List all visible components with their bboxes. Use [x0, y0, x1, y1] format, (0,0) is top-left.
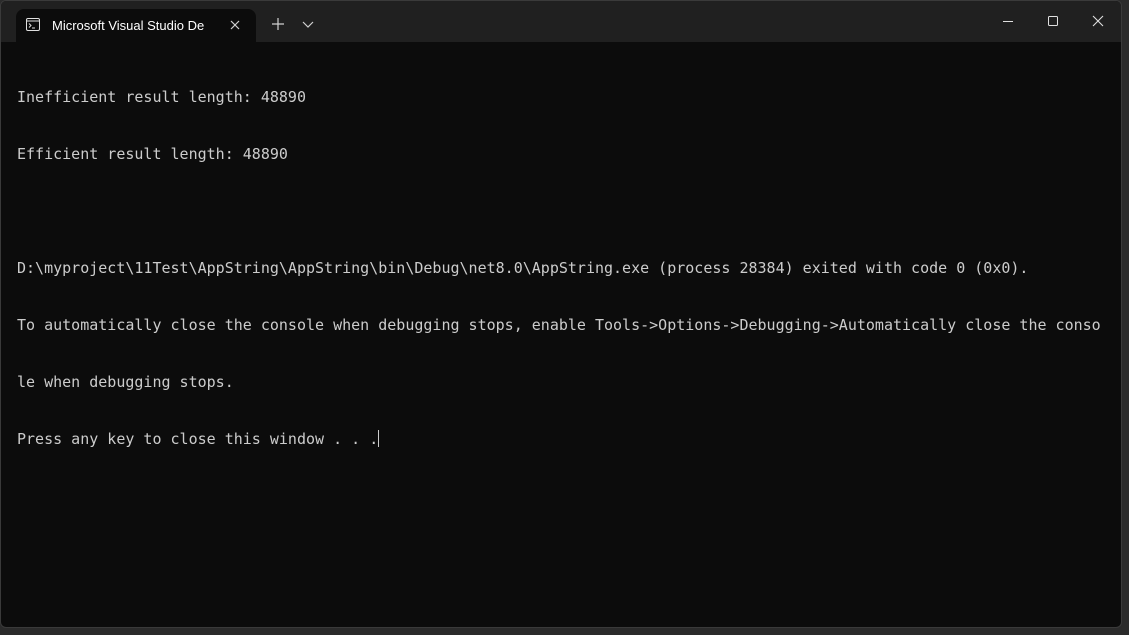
- terminal-window: Microsoft Visual Studio Debug Console: [0, 0, 1122, 628]
- title-bar: Microsoft Visual Studio Debug Console: [1, 1, 1121, 42]
- maximize-button[interactable]: [1030, 1, 1076, 42]
- console-output[interactable]: Inefficient result length: 48890 Efficie…: [17, 50, 1109, 620]
- console-line: Press any key to close this window . . .: [17, 430, 379, 448]
- tab-debug-console[interactable]: Microsoft Visual Studio Debug Console: [16, 9, 256, 42]
- tab-title: Microsoft Visual Studio Debug Console: [52, 18, 204, 33]
- console-line: D:\myproject\11Test\AppString\AppString\…: [17, 259, 1029, 277]
- maximize-icon: [1048, 16, 1058, 26]
- close-icon: [1092, 15, 1104, 27]
- console-line: Inefficient result length: 48890: [17, 88, 306, 106]
- text-cursor: [378, 430, 380, 447]
- console-line: le when debugging stops.: [17, 373, 234, 391]
- chevron-down-icon[interactable]: [300, 15, 316, 33]
- plus-icon[interactable]: [269, 15, 287, 33]
- close-window-button[interactable]: [1075, 1, 1121, 42]
- minimize-button[interactable]: [985, 1, 1031, 42]
- console-line: To automatically close the console when …: [17, 316, 1101, 334]
- minimize-icon: [1003, 21, 1013, 22]
- console-prompt-line: Press any key to close this window . . .: [17, 430, 1109, 449]
- console-icon: [26, 18, 40, 31]
- console-line: Efficient result length: 48890: [17, 145, 288, 163]
- close-icon[interactable]: [226, 16, 244, 34]
